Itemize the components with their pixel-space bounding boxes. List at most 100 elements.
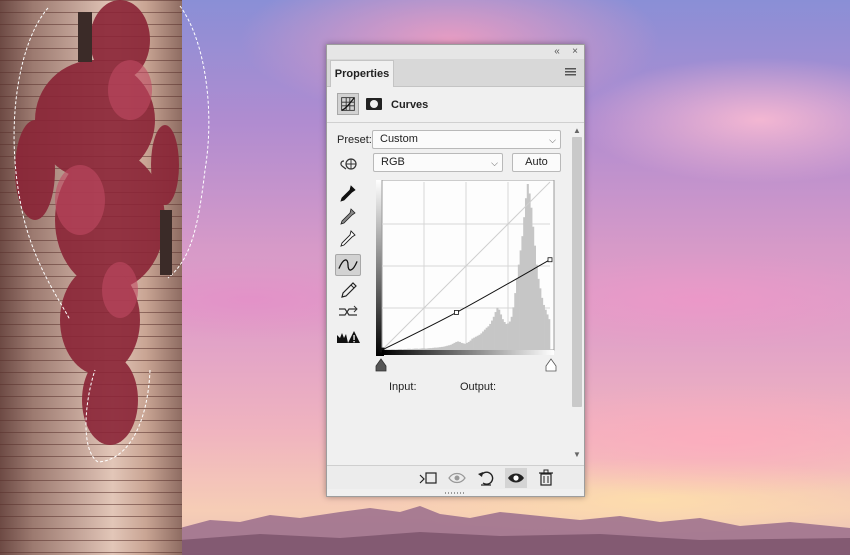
histogram-bar bbox=[474, 336, 478, 350]
histogram-bar bbox=[458, 341, 461, 350]
panel-footer bbox=[327, 465, 584, 489]
curves-graph[interactable] bbox=[376, 180, 556, 356]
histogram-bar bbox=[405, 349, 408, 350]
input-gradient-bar bbox=[382, 350, 554, 355]
curves-grid-icon[interactable] bbox=[337, 93, 359, 115]
smooth-curve-icon[interactable] bbox=[335, 301, 361, 323]
histogram-bar bbox=[489, 323, 492, 350]
adjustment-header: Curves bbox=[327, 87, 584, 123]
histogram-bar bbox=[501, 319, 504, 350]
histogram-bar bbox=[482, 331, 485, 350]
curve-control-point[interactable] bbox=[454, 310, 459, 315]
histogram-bar bbox=[526, 184, 529, 350]
preset-select[interactable]: Custom ⌵ bbox=[372, 130, 561, 149]
histogram-bar bbox=[396, 349, 399, 350]
histogram-bar bbox=[426, 348, 429, 350]
panel-scrollbar[interactable]: ▲ ▼ bbox=[570, 123, 584, 465]
histogram-bar bbox=[453, 342, 456, 350]
input-label: Input: bbox=[389, 381, 417, 393]
chevron-down-icon: ⌵ bbox=[549, 135, 556, 145]
histogram-bar bbox=[398, 349, 401, 350]
pencil-icon[interactable] bbox=[335, 279, 361, 301]
panel-titlebar: « × bbox=[327, 45, 584, 59]
histogram-bar bbox=[462, 343, 465, 350]
histogram-bar bbox=[492, 316, 495, 350]
black-point-slider-icon[interactable] bbox=[375, 358, 387, 372]
histogram-bar bbox=[437, 347, 440, 350]
adjustment-title: Curves bbox=[391, 99, 429, 111]
histogram-bar bbox=[541, 297, 544, 350]
histogram-bar bbox=[408, 348, 411, 350]
hamburger-menu-icon[interactable] bbox=[565, 68, 576, 76]
panel-tabbar: Properties bbox=[327, 59, 584, 87]
collapse-panel-button[interactable]: « bbox=[551, 46, 563, 58]
black-eyedropper-icon[interactable] bbox=[335, 182, 361, 204]
auto-button[interactable]: Auto bbox=[512, 153, 561, 172]
histogram-bar bbox=[466, 342, 469, 350]
histogram-bar bbox=[503, 322, 506, 350]
histogram-bar bbox=[424, 348, 427, 350]
histogram-bar bbox=[514, 293, 517, 350]
histogram-bar bbox=[535, 264, 538, 350]
chevron-down-icon: ⌵ bbox=[491, 158, 498, 168]
histogram-bar bbox=[464, 343, 467, 350]
histogram-bar bbox=[471, 338, 474, 350]
histogram-bar bbox=[523, 217, 526, 350]
histogram-bar bbox=[457, 341, 460, 350]
histogram-bar bbox=[487, 326, 490, 350]
histogram-bar bbox=[548, 319, 551, 350]
histogram-bar bbox=[415, 348, 419, 350]
panel-resize-grip[interactable] bbox=[444, 491, 466, 495]
histogram-bar bbox=[440, 346, 444, 350]
scroll-up-arrow-icon[interactable]: ▲ bbox=[571, 125, 583, 137]
histogram-bar bbox=[542, 304, 545, 350]
histogram-bar bbox=[478, 334, 481, 350]
histogram-bar bbox=[428, 348, 431, 350]
clipping-warning-icon[interactable] bbox=[335, 326, 361, 348]
histogram-bar bbox=[483, 329, 486, 350]
histogram-bar bbox=[510, 316, 513, 350]
histogram-bar bbox=[414, 348, 417, 350]
histogram-bar bbox=[537, 278, 540, 350]
close-panel-button[interactable]: × bbox=[569, 46, 581, 58]
histogram-bar bbox=[530, 207, 533, 350]
view-previous-icon[interactable] bbox=[446, 468, 468, 488]
scrollbar-thumb[interactable] bbox=[572, 137, 582, 407]
histogram-bar bbox=[539, 288, 542, 350]
histogram-bar bbox=[494, 312, 497, 350]
clip-to-layer-icon[interactable] bbox=[417, 468, 439, 488]
histogram-bar bbox=[442, 346, 445, 350]
histogram-bar bbox=[451, 343, 454, 350]
histogram-bar bbox=[473, 337, 476, 350]
preset-value: Custom bbox=[380, 133, 418, 145]
white-point-slider-icon[interactable] bbox=[545, 358, 557, 372]
histogram-bar bbox=[390, 349, 394, 350]
histogram-bar bbox=[401, 349, 404, 350]
histogram-bar bbox=[407, 348, 410, 350]
histogram-bar bbox=[469, 340, 472, 350]
histogram-bar bbox=[412, 348, 415, 350]
curve-control-point[interactable] bbox=[547, 257, 553, 263]
white-eyedropper-icon[interactable] bbox=[335, 227, 361, 249]
histogram-bar bbox=[476, 335, 479, 350]
target-adjust-icon[interactable] bbox=[336, 153, 362, 175]
tab-properties[interactable]: Properties bbox=[330, 60, 394, 87]
histogram-bar bbox=[455, 341, 458, 350]
histogram-bar bbox=[467, 341, 470, 350]
channel-select[interactable]: RGB ⌵ bbox=[373, 153, 503, 172]
histogram-bar bbox=[399, 349, 402, 350]
histogram-bar bbox=[498, 309, 501, 350]
trash-icon[interactable] bbox=[535, 468, 557, 488]
preset-label: Preset: bbox=[337, 134, 372, 146]
mask-icon[interactable] bbox=[363, 93, 385, 115]
curve-points-icon[interactable] bbox=[335, 254, 361, 276]
scroll-down-arrow-icon[interactable]: ▼ bbox=[571, 449, 583, 461]
histogram-bar bbox=[507, 323, 510, 350]
histogram-bar bbox=[533, 245, 536, 350]
visibility-eye-icon[interactable] bbox=[505, 468, 527, 488]
gray-eyedropper-icon[interactable] bbox=[335, 205, 361, 227]
histogram-bar bbox=[435, 347, 438, 350]
reset-icon[interactable] bbox=[475, 468, 497, 488]
histogram-bar bbox=[448, 345, 451, 350]
histogram-bar bbox=[496, 307, 499, 350]
